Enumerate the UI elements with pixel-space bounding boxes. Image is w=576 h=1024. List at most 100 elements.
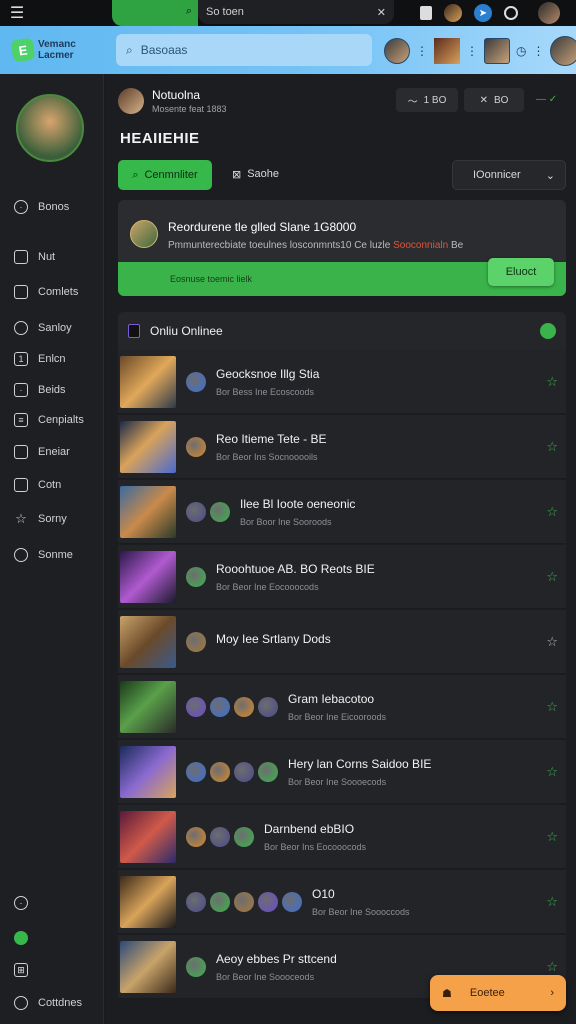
list-item-title: Ilee Bl Ioote oeneonic xyxy=(240,496,356,511)
search-icon xyxy=(14,321,28,335)
row-badges xyxy=(186,956,206,977)
user-avatar[interactable] xyxy=(538,2,560,24)
favorite-star-icon[interactable]: ☆ xyxy=(546,764,558,780)
top-bar-action-tab[interactable]: ⌕ xyxy=(112,0,198,26)
sidebar: · Bonos Nut Comlets Sanloy 1 Enlcn · Bei… xyxy=(0,74,104,1024)
game-thumbnail[interactable] xyxy=(120,355,176,408)
stat-pill-2[interactable]: ✕ BO xyxy=(464,88,524,112)
sidebar-item-10[interactable]: Sonme xyxy=(14,548,73,562)
sidebar-item-4[interactable]: 1 Enlcn xyxy=(14,352,66,366)
favorite-star-icon[interactable]: ☆ xyxy=(546,504,558,520)
sidebar-item-0[interactable]: · Bonos xyxy=(14,200,69,214)
favorite-star-icon[interactable]: ☆ xyxy=(546,569,558,585)
announcement-button[interactable]: Eluoct xyxy=(488,258,554,286)
list-item-subtitle: Bor Beor Ine Soooccods xyxy=(312,906,410,917)
clear-icon[interactable]: ✕ xyxy=(377,6,386,19)
badge-icon xyxy=(234,891,254,912)
profile-avatar-large[interactable] xyxy=(16,94,84,162)
list-item-text: Hery lan Corns Saidoo BIE Bor Beor Ine So… xyxy=(288,757,536,787)
clock-icon[interactable]: ◷ xyxy=(516,44,526,58)
list-item-subtitle: Bor Beor Ine Soooecods xyxy=(288,776,387,787)
list-item[interactable]: Hery lan Corns Saidoo BIE Bor Beor Ine So… xyxy=(118,740,566,804)
row-badges xyxy=(186,566,206,587)
avatar-icon[interactable] xyxy=(444,4,462,22)
sidebar-item-7[interactable]: Eneiar xyxy=(14,445,70,459)
favorite-star-icon[interactable]: ☆ xyxy=(546,829,558,845)
shield-icon xyxy=(14,548,28,562)
floating-action-button[interactable]: ☗ Eoetee › xyxy=(430,975,566,1011)
list-item[interactable]: Darnbend ebBIO Bor Beor Ins Eocooocods ☆ xyxy=(118,805,566,869)
hamburger-icon[interactable]: ☰ xyxy=(0,0,34,26)
favorite-star-icon[interactable]: ☆ xyxy=(546,634,558,650)
announcement-subtitle-accent[interactable]: Sooconnialn xyxy=(393,240,448,251)
document-icon[interactable] xyxy=(420,6,432,20)
telegram-icon[interactable]: ➤ xyxy=(474,4,492,22)
list-item[interactable]: Rooohtuoe AB. BO Reots BIE Bor Beor Ine E… xyxy=(118,545,566,609)
sidebar-item-6[interactable]: ≡ Cenpialts xyxy=(14,413,84,427)
favorite-star-icon[interactable]: ☆ xyxy=(546,439,558,455)
game-thumbnail[interactable] xyxy=(120,485,176,538)
more-icon[interactable]: ⋮ xyxy=(466,44,478,58)
list-item[interactable]: Moy Iee Srtlany Dods ☆ xyxy=(118,610,566,674)
badge-icon xyxy=(186,631,206,652)
list-item-title: Geocksnoe Illg Stia xyxy=(216,366,320,381)
sidebar-item-label: Eneiar xyxy=(38,446,70,458)
more-icon[interactable]: ⋮ xyxy=(532,44,544,58)
game-thumbnail[interactable] xyxy=(120,745,176,798)
search-placeholder: Basoaas xyxy=(140,43,188,57)
shield-icon xyxy=(14,996,28,1010)
top-search-field[interactable]: So toen ✕ xyxy=(198,0,394,24)
sidebar-item-3[interactable]: Sanloy xyxy=(14,321,72,335)
ghost-icon: ☗ xyxy=(442,987,452,1000)
sidebar-bottom-item[interactable]: Cottdnes xyxy=(14,996,82,1010)
tab-filter[interactable]: ⊠ Saohe xyxy=(232,168,279,181)
grid-icon[interactable]: ⊞ xyxy=(14,963,28,977)
favorite-star-icon[interactable]: ☆ xyxy=(546,959,558,975)
badge-icon xyxy=(282,891,302,912)
favorite-star-icon[interactable]: ☆ xyxy=(546,374,558,390)
sidebar-item-1[interactable]: Nut xyxy=(14,250,55,264)
list-item-subtitle: Bor Beor Ine Eocooocods xyxy=(216,581,319,592)
box-icon: · xyxy=(14,383,28,397)
online-status-icon[interactable] xyxy=(14,931,28,945)
game-thumbnail[interactable] xyxy=(120,550,176,603)
favorite-star-icon[interactable]: ☆ xyxy=(546,699,558,715)
header-search-input[interactable]: ⌕ Basoaas xyxy=(116,34,372,66)
list-item[interactable]: Reo Itieme Tete - BE Bor Beor Ins Socnooo… xyxy=(118,415,566,479)
more-icon[interactable]: ⋮ xyxy=(416,44,428,58)
sidebar-item-8[interactable]: Cotn xyxy=(14,478,61,492)
user-avatar[interactable] xyxy=(118,88,144,114)
sidebar-item-label: Sanloy xyxy=(38,322,72,334)
game-thumbnail[interactable] xyxy=(120,420,176,473)
game-thumbnail[interactable] xyxy=(120,940,176,993)
friend-avatar[interactable] xyxy=(384,38,410,64)
phone-icon xyxy=(128,324,140,338)
list-item[interactable]: Geocksnoe Illg Stia Bor Bess Ine Ecoscood… xyxy=(118,350,566,414)
sidebar-item-label: Cenpialts xyxy=(38,414,84,426)
search-icon: ⌕ xyxy=(126,42,133,57)
list-item[interactable]: Gram Iebacotoo Bor Beor Ine Eicooroods ☆ xyxy=(118,675,566,739)
game-thumbnail[interactable] xyxy=(120,875,176,928)
announcement-title: Reordurene tle glled Slane 1G8000 xyxy=(168,220,357,234)
sidebar-item-9[interactable]: ☆ Sorny xyxy=(14,511,67,526)
online-indicator-icon[interactable] xyxy=(540,323,556,339)
game-thumbnail-icon[interactable] xyxy=(434,38,460,64)
game-thumbnail[interactable] xyxy=(120,810,176,863)
favorite-star-icon[interactable]: ☆ xyxy=(546,894,558,910)
sidebar-item-2[interactable]: Comlets xyxy=(14,285,78,299)
sidebar-item-5[interactable]: · Beids xyxy=(14,383,66,397)
list-item[interactable]: O10 Bor Beor Ine Soooccods ☆ xyxy=(118,870,566,934)
stat-pill-1[interactable]: 〜 1 BO xyxy=(396,88,458,112)
game-thumbnail[interactable] xyxy=(120,615,176,668)
primary-filter-button[interactable]: ⌕ Cenmnliter xyxy=(118,160,212,190)
settings-icon[interactable]: · xyxy=(14,896,28,910)
list-item[interactable]: Ilee Bl Ioote oeneonic Bor Boor Ine Sooro… xyxy=(118,480,566,544)
circle-icon[interactable] xyxy=(504,6,518,20)
sort-select[interactable]: IOonnicer ⌄ xyxy=(452,160,566,190)
app-logo[interactable]: E Vemanc Lacmer xyxy=(0,26,110,74)
status-indicator-icon[interactable]: — ✓ xyxy=(536,94,557,105)
sword-icon: ✕ xyxy=(479,94,488,106)
character-avatar[interactable] xyxy=(484,38,510,64)
game-thumbnail[interactable] xyxy=(120,680,176,733)
profile-avatar[interactable] xyxy=(550,36,576,66)
